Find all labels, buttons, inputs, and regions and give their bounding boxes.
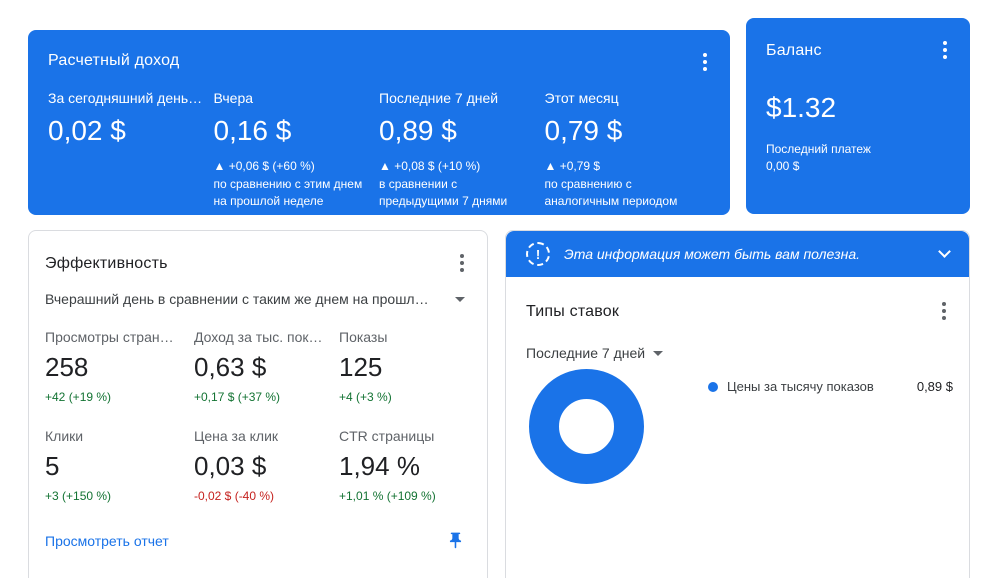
legend-label: Цены за тысячу показов [727,379,874,394]
bid-types-title: Типы ставок [526,303,949,321]
income-columns: За сегодняшний день… 0,02 $ Вчера 0,16 $… [48,90,710,210]
pin-icon[interactable] [446,531,465,550]
comparison-selector[interactable]: Вчерашний день в сравнении с таким же дн… [45,291,471,307]
metric-delta: +42 (+19 %) [45,390,194,404]
info-icon: ! [526,242,550,266]
income-delta: ▲ +0,06 $ (+60 %) [214,159,370,173]
metric-impressions: Показы 125 +4 (+3 %) [339,329,471,404]
comparison-label: Вчерашний день в сравнении с таким же дн… [45,291,429,307]
balance-card: Баланс $1.32 Последний платеж 0,00 $ [746,18,970,214]
income-delta [48,159,204,173]
last-payment-label: Последний платеж [766,142,950,156]
metric-value: 1,94 % [339,451,471,482]
legend-dot-icon [708,382,718,392]
income-period-label: За сегодняшний день… [48,90,204,106]
income-period-label: Вчера [214,90,370,106]
legend-value: 0,89 $ [917,379,953,394]
metric-delta: +0,17 $ (+37 %) [194,390,339,404]
dropdown-arrow-icon [653,351,663,356]
income-col-this-month: Этот месяц 0,79 $ ▲ +0,79 $ по сравнению… [545,90,711,210]
metric-delta: -0,02 $ (-40 %) [194,489,339,503]
income-value: 0,02 $ [48,115,204,147]
bid-types-body: Типы ставок Последние 7 дней Цены за тыс… [506,277,969,578]
metric-delta: +3 (+150 %) [45,489,194,503]
income-value: 0,16 $ [214,115,370,147]
income-comparison-desc: в сравнении с предыдущими 7 днями [379,176,531,210]
balance-value: $1.32 [766,92,950,124]
estimated-income-card: Расчетный доход За сегодняшний день… 0,0… [28,30,730,215]
insight-banner-text: Эта информация может быть вам полезна. [564,246,926,262]
income-value: 0,89 $ [379,115,535,147]
metric-page-ctr: CTR страницы 1,94 % +1,01 % (+109 %) [339,428,471,503]
income-value: 0,79 $ [545,115,701,147]
performance-footer: Просмотреть отчет [45,531,471,550]
metric-cpc: Цена за клик 0,03 $ -0,02 $ (-40 %) [194,428,339,503]
income-comparison-desc: по сравнению с этим днем на прошлой неде… [214,176,366,210]
metrics-grid: Просмотры стран… 258 +42 (+19 %) Доход з… [45,329,471,503]
metric-label: Просмотры стран… [45,329,185,345]
metric-clicks: Клики 5 +3 (+150 %) [45,428,194,503]
chart-legend-item: Цены за тысячу показов 0,89 $ [708,379,953,394]
metric-label: Показы [339,329,471,345]
donut-chart [529,369,644,484]
performance-more-options-icon[interactable] [451,251,473,275]
metric-value: 125 [339,352,471,383]
bid-types-card: ! Эта информация может быть вам полезна.… [505,230,970,578]
metric-delta: +4 (+3 %) [339,390,471,404]
balance-more-options-icon[interactable] [934,38,956,62]
dropdown-arrow-icon [455,297,465,302]
income-col-today: За сегодняшний день… 0,02 $ [48,90,214,210]
adsense-dashboard: Расчетный доход За сегодняшний день… 0,0… [0,0,996,578]
performance-card: Эффективность Вчерашний день в сравнении… [28,230,488,578]
metric-label: Клики [45,428,185,444]
insight-banner[interactable]: ! Эта информация может быть вам полезна. [506,231,969,277]
metric-label: Доход за тыс. пок… [194,329,334,345]
period-label: Последние 7 дней [526,345,645,361]
period-selector[interactable]: Последние 7 дней [526,345,663,361]
income-period-label: Этот месяц [545,90,701,106]
last-payment-value: 0,00 $ [766,159,950,173]
income-delta: ▲ +0,08 $ (+10 %) [379,159,535,173]
metric-label: CTR страницы [339,428,471,444]
income-col-last-7-days: Последние 7 дней 0,89 $ ▲ +0,08 $ (+10 %… [379,90,545,210]
income-delta: ▲ +0,79 $ [545,159,701,173]
metric-rpm: Доход за тыс. пок… 0,63 $ +0,17 $ (+37 %… [194,329,339,404]
metric-label: Цена за клик [194,428,334,444]
estimated-income-title: Расчетный доход [48,52,710,70]
view-report-link[interactable]: Просмотреть отчет [45,533,169,549]
income-period-label: Последние 7 дней [379,90,535,106]
income-more-options-icon[interactable] [694,50,716,74]
metric-delta: +1,01 % (+109 %) [339,489,471,503]
performance-title: Эффективность [45,255,471,273]
bid-types-more-options-icon[interactable] [933,299,955,323]
balance-title: Баланс [766,42,950,60]
chevron-down-icon [938,245,951,258]
income-comparison-desc: по сравнению с аналогичным периодом [545,176,697,210]
metric-value: 5 [45,451,194,482]
metric-value: 0,03 $ [194,451,339,482]
metric-value: 0,63 $ [194,352,339,383]
metric-value: 258 [45,352,194,383]
income-col-yesterday: Вчера 0,16 $ ▲ +0,06 $ (+60 %) по сравне… [214,90,380,210]
metric-page-views: Просмотры стран… 258 +42 (+19 %) [45,329,194,404]
